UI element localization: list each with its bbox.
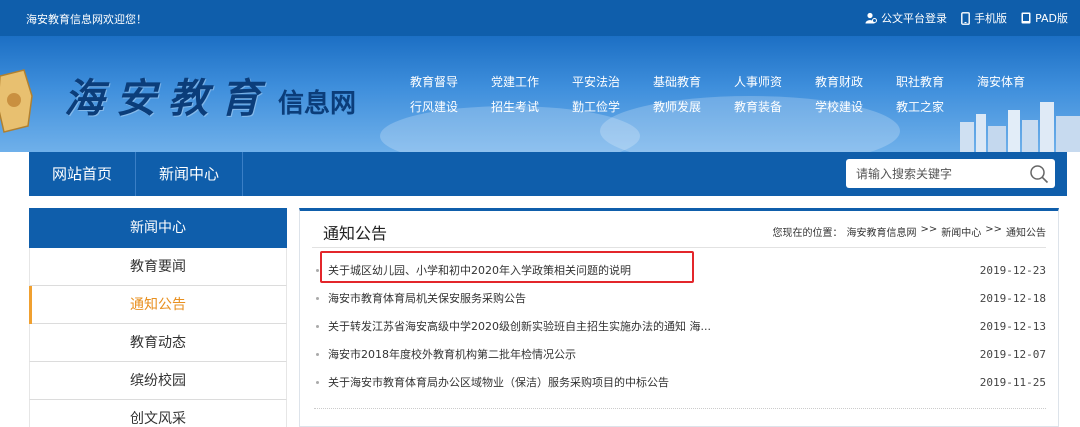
official-platform-login-link[interactable]: 公文平台登录 — [865, 10, 947, 26]
breadcrumb-separator: >> — [985, 224, 1002, 235]
news-title-link[interactable]: 关于海安市教育体育局办公区域物业（保洁）服务采购项目的中标公告 — [328, 369, 669, 397]
sidebar-item-education-updates[interactable]: 教育动态 — [29, 324, 287, 362]
list-item: 关于转发江苏省海安高级中学2020级创新实验班自主招生实施办法的通知 海... … — [312, 313, 1046, 341]
sidebar: 新闻中心 教育要闻 通知公告 教育动态 缤纷校园 创文风采 — [29, 208, 287, 427]
news-date: 2019-12-13 — [979, 320, 1046, 333]
banner-nav-item[interactable]: 平安法治 — [572, 73, 653, 90]
banner-nav-item[interactable]: 行风建设 — [410, 98, 491, 115]
search-input[interactable] — [856, 159, 1016, 188]
banner-nav-item[interactable]: 招生考试 — [491, 98, 572, 115]
mobile-version-label: 手机版 — [974, 12, 1008, 25]
list-item: 海安市2018年度校外教育机构第二批年检情况公示 2019-12-07 — [312, 341, 1046, 369]
breadcrumb-current[interactable]: 通知公告 — [1006, 224, 1046, 239]
sidebar-item-campus[interactable]: 缤纷校园 — [29, 362, 287, 400]
content-panel: 通知公告 您现在的位置： 海安教育信息网 >> 新闻中心 >> 通知公告 关于城… — [299, 208, 1059, 427]
bullet-icon — [316, 353, 319, 356]
list-item: 关于海安市教育体育局办公区域物业（保洁）服务采购项目的中标公告 2019-11-… — [312, 369, 1046, 397]
top-links: 公文平台登录 手机版 PAD版 — [865, 10, 1068, 26]
news-title-link[interactable]: 海安市教育体育局机关保安服务采购公告 — [328, 285, 526, 313]
user-icon — [865, 12, 878, 24]
bullet-icon — [316, 269, 319, 272]
bullet-icon — [316, 297, 319, 300]
bullet-icon — [316, 325, 319, 328]
top-bar: 海安教育信息网欢迎您！ 公文平台登录 手机版 PAD版 — [0, 0, 1080, 36]
news-list: 关于城区幼儿园、小学和初中2020年入学政策相关问题的说明 2019-12-23… — [312, 257, 1046, 397]
search-icon[interactable] — [1029, 164, 1049, 184]
nav-news-center[interactable]: 新闻中心 — [136, 152, 242, 196]
list-item: 关于城区幼儿园、小学和初中2020年入学政策相关问题的说明 2019-12-23 — [312, 257, 1046, 285]
banner-nav-item[interactable]: 教育装备 — [734, 98, 815, 115]
bell-icon — [0, 69, 33, 133]
sidebar-item-notices[interactable]: 通知公告 — [29, 286, 287, 324]
breadcrumb-separator: >> — [920, 224, 938, 235]
news-title-link[interactable]: 关于转发江苏省海安高级中学2020级创新实验班自主招生实施办法的通知 海... — [328, 313, 711, 341]
breadcrumb-prefix: 您现在的位置： — [772, 228, 843, 239]
banner-nav-item[interactable]: 教育督导 — [410, 73, 491, 90]
mobile-icon — [961, 11, 970, 25]
list-item: 海安市教育体育局机关保安服务采购公告 2019-12-18 — [312, 285, 1046, 313]
mobile-version-link[interactable]: 手机版 — [961, 10, 1007, 26]
news-date: 2019-12-23 — [979, 264, 1046, 277]
list-bottom-divider — [314, 408, 1046, 409]
section-title: 通知公告 — [323, 224, 388, 243]
search-box — [846, 159, 1055, 188]
nav-home[interactable]: 网站首页 — [29, 152, 135, 196]
news-date: 2019-12-18 — [979, 292, 1046, 305]
main-nav: 网站首页 新闻中心 — [29, 152, 1067, 196]
pad-version-link[interactable]: PAD版 — [1021, 10, 1068, 26]
sidebar-header: 新闻中心 — [29, 208, 287, 248]
header-banner: 海安教育 信息网 教育督导 党建工作 平安法治 基础教育 人事师资 教育财政 职… — [0, 36, 1080, 152]
site-logo[interactable]: 海安教育 信息网 — [64, 66, 356, 124]
title-divider — [312, 247, 1046, 248]
banner-nav-item[interactable]: 党建工作 — [491, 73, 572, 90]
news-date: 2019-12-07 — [979, 348, 1046, 361]
news-date: 2019-11-25 — [979, 376, 1046, 389]
sidebar-item-education-news[interactable]: 教育要闻 — [29, 248, 287, 286]
breadcrumb-news-center[interactable]: 新闻中心 — [941, 224, 981, 239]
banner-nav-item[interactable]: 海安体育 — [977, 73, 1058, 90]
bullet-icon — [316, 381, 319, 384]
banner-nav-item[interactable]: 教育财政 — [815, 73, 896, 90]
pad-version-label: PAD版 — [1035, 12, 1068, 25]
banner-nav-item[interactable]: 职社教育 — [896, 73, 977, 90]
nav-divider — [242, 152, 243, 196]
banner-nav-item[interactable]: 勤工俭学 — [572, 98, 653, 115]
banner-nav-item[interactable]: 人事师资 — [734, 73, 815, 90]
logo-sub-text: 信息网 — [278, 89, 357, 119]
welcome-text: 海安教育信息网欢迎您！ — [26, 13, 147, 26]
banner-nav-item[interactable]: 基础教育 — [653, 73, 734, 90]
breadcrumb-home[interactable]: 海安教育信息网 — [846, 224, 916, 239]
news-title-link[interactable]: 海安市2018年度校外教育机构第二批年检情况公示 — [328, 341, 576, 369]
official-platform-login-label: 公文平台登录 — [881, 12, 948, 25]
breadcrumb: 您现在的位置： 海安教育信息网 >> 新闻中心 >> 通知公告 — [772, 224, 1046, 239]
city-skyline-graphic — [960, 102, 1080, 152]
logo-main-text: 海安教育 — [64, 75, 272, 122]
banner-nav-item[interactable]: 教师发展 — [653, 98, 734, 115]
sidebar-item-civilization[interactable]: 创文风采 — [29, 400, 287, 427]
news-title-link[interactable]: 关于城区幼儿园、小学和初中2020年入学政策相关问题的说明 — [328, 257, 631, 285]
tablet-icon — [1021, 12, 1031, 24]
